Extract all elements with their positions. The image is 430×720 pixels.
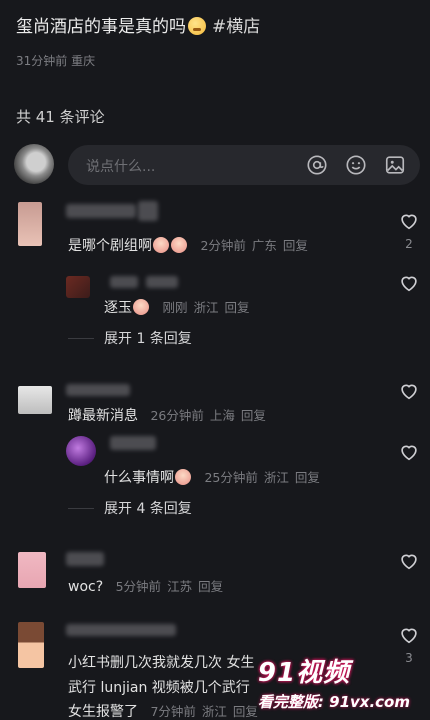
commenter-avatar[interactable] [18,552,46,588]
comment-text: 蹲最新消息 [68,408,138,424]
comment-location: 浙江 [193,300,219,315]
comment-text: 是哪个剧组啊 [68,238,152,254]
commenter-avatar[interactable] [66,436,96,466]
blurred-username [110,436,156,450]
comment-text: 逐玉 [104,300,132,316]
mention-icon[interactable] [306,154,328,176]
blurred-username [66,624,176,636]
worried-face-icon [188,17,206,35]
peach-face-icon [153,237,169,253]
comment-6-line-1: 小红书删几次我就发几次 女生 [68,655,255,671]
reply-button[interactable]: 回复 [283,238,308,253]
like-count: 2 [405,237,413,251]
reply-button[interactable]: 回复 [198,579,223,594]
post-meta: 31分钟前 重庆 [16,52,95,69]
divider [68,338,94,339]
comment-time: 刚刚 [162,300,188,315]
comment-location: 上海 [209,408,235,423]
blurred-username [146,276,178,288]
blurred-username [110,276,138,288]
comments-count: 共 41 条评论 [16,108,105,126]
emoji-icon[interactable] [345,154,367,176]
comment-input[interactable]: 说点什么... [68,145,420,185]
divider [68,508,94,509]
heart-icon[interactable] [398,441,420,463]
comment-2: 逐玉 刚刚 浙江 回复 [104,297,256,317]
commenter-avatar[interactable] [66,276,90,298]
expand-replies-button[interactable]: 展开 1 条回复 [104,328,192,348]
blurred-badge [138,201,158,221]
comment-5: woc? 5分钟前 江苏 回复 [68,576,229,595]
reply-button[interactable]: 回复 [233,704,258,719]
heart-icon[interactable] [398,550,420,572]
blurred-username [66,384,130,396]
reply-button[interactable]: 回复 [295,470,320,485]
post-title: 玺尚酒店的事是真的吗 #横店 [16,12,260,37]
peach-face-icon [133,299,149,315]
comment-4: 什么事情啊 25分钟前 浙江 回复 [104,467,326,487]
heart-icon[interactable] [398,624,420,646]
commenter-avatar[interactable] [18,386,52,414]
comment-input-placeholder: 说点什么... [86,159,156,175]
heart-icon[interactable] [398,210,420,232]
watermark-url: 看完整版: 91vx.com [257,693,410,711]
heart-icon[interactable] [398,380,420,402]
reply-button[interactable]: 回复 [224,300,249,315]
commenter-avatar[interactable] [18,622,44,668]
hashtag-link[interactable]: #横店 [212,17,260,37]
peach-face-icon [171,237,187,253]
comment-time: 2分钟前 [200,238,246,253]
blurred-username [66,552,104,566]
comment-1: 是哪个剧组啊 2分钟前 广东 回复 [68,235,314,255]
post-title-text: 玺尚酒店的事是真的吗 [16,17,186,37]
image-icon[interactable] [384,154,406,176]
my-avatar [14,144,54,184]
comment-time: 7分钟前 [150,704,196,719]
comment-6-line-2: 武行 lunjian 视频被几个武行 [68,680,250,696]
commenter-avatar[interactable] [18,202,42,246]
comment-location: 广东 [251,238,277,253]
post-location: 重庆 [71,54,96,68]
comment-location: 浙江 [263,470,289,485]
comment-time: 25分钟前 [204,470,258,485]
comment-text: woc? [68,579,104,595]
post-time: 31分钟前 [16,54,68,68]
blurred-username [66,204,136,218]
expand-replies-button[interactable]: 展开 4 条回复 [104,498,192,518]
comment-time: 5分钟前 [115,579,162,594]
comment-6-line-3: 女生报警了 7分钟前 浙江 回复 [68,701,264,720]
watermark: 91视频 看完整版: 91vx.com [258,652,410,712]
comment-text: 什么事情啊 [104,470,174,486]
comment-3: 蹲最新消息 26分钟前 上海 回复 [68,405,272,425]
watermark-logo: 91视频 [257,658,351,688]
reply-button[interactable]: 回复 [241,408,266,423]
comment-text: 女生报警了 [68,704,138,720]
peach-face-icon [175,469,191,485]
heart-icon[interactable] [398,272,420,294]
comment-location: 江苏 [167,579,193,594]
comment-location: 浙江 [201,704,227,719]
comment-time: 26分钟前 [150,408,204,423]
